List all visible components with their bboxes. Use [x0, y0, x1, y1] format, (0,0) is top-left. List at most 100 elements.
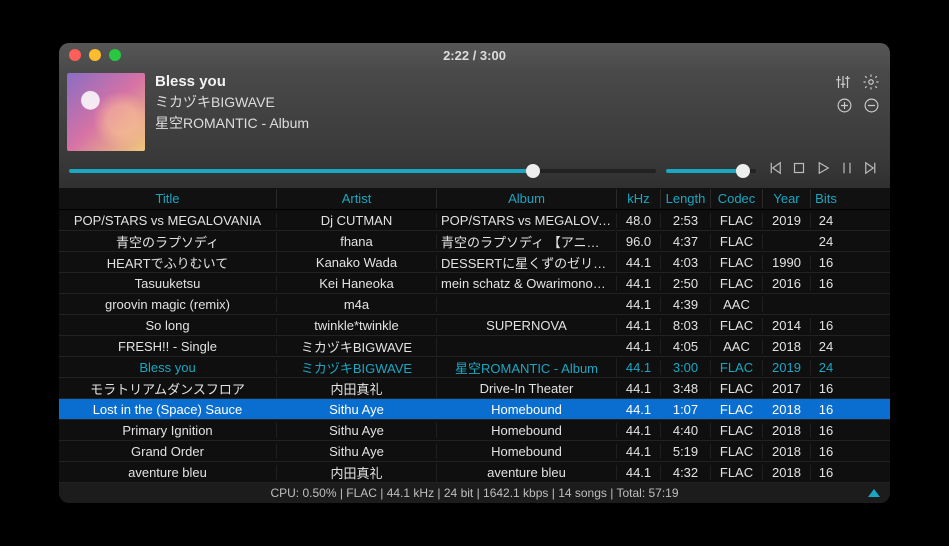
header-icons-top [834, 73, 880, 96]
close-icon[interactable] [69, 49, 81, 61]
cell-codec: FLAC [711, 276, 763, 291]
table-row[interactable]: groovin magic (remix)m4a44.14:39AAC [59, 294, 890, 315]
cell-artist: 内田真礼 [277, 463, 437, 482]
previous-icon[interactable] [766, 159, 784, 182]
stop-icon[interactable] [790, 159, 808, 182]
col-codec[interactable]: Codec [711, 189, 763, 208]
track-album: 星空ROMANTIC - Album [155, 113, 880, 133]
cell-album: Homebound [437, 402, 617, 417]
header-icons-bottom [836, 97, 880, 119]
cell-length: 4:40 [661, 423, 711, 438]
cell-title: Lost in the (Space) Sauce [59, 402, 277, 417]
cell-album: Homebound [437, 444, 617, 459]
table-row[interactable]: Grand OrderSithu AyeHomebound44.15:19FLA… [59, 441, 890, 462]
col-length[interactable]: Length [661, 189, 711, 208]
plus-icon[interactable] [836, 97, 853, 119]
cell-codec: FLAC [711, 423, 763, 438]
cell-album: 青空のラプソディ 【アニメ盤】 [437, 232, 617, 251]
minimize-icon[interactable] [89, 49, 101, 61]
cell-album: 星空ROMANTIC - Album [437, 358, 617, 377]
cell-album: aventure bleu [437, 465, 617, 480]
table-row[interactable]: TasuuketsuKei Haneokamein schatz & Owari… [59, 273, 890, 294]
cell-artist: Sithu Aye [277, 444, 437, 459]
table-row[interactable]: モラトリアムダンスフロア内田真礼Drive-In Theater44.13:48… [59, 378, 890, 399]
now-playing-header: Bless you ミカヅキBIGWAVE 星空ROMANTIC - Album [59, 67, 890, 155]
titlebar[interactable]: 2:22 / 3:00 [59, 43, 890, 67]
cell-album: mein schatz & Owarimonogat... [437, 276, 617, 291]
cell-title: モラトリアムダンスフロア [59, 379, 277, 398]
cell-title: FRESH!! - Single [59, 339, 277, 354]
table-row[interactable]: FRESH!! - SingleミカヅキBIGWAVE44.14:05AAC20… [59, 336, 890, 357]
cell-bits: 16 [811, 465, 841, 480]
table-row[interactable]: POP/STARS vs MEGALOVANIADj CUTMANPOP/STA… [59, 210, 890, 231]
cell-khz: 48.0 [617, 213, 661, 228]
cell-bits: 24 [811, 213, 841, 228]
now-playing-meta: Bless you ミカヅキBIGWAVE 星空ROMANTIC - Album [155, 73, 880, 151]
table-row[interactable]: Primary IgnitionSithu AyeHomebound44.14:… [59, 420, 890, 441]
cell-codec: FLAC [711, 234, 763, 249]
col-khz[interactable]: kHz [617, 189, 661, 208]
cell-length: 5:19 [661, 444, 711, 459]
cell-khz: 44.1 [617, 339, 661, 354]
traffic-lights [69, 49, 121, 61]
cell-album: SUPERNOVA [437, 318, 617, 333]
cell-year: 2016 [763, 276, 811, 291]
track-artist: ミカヅキBIGWAVE [155, 92, 880, 112]
cell-length: 2:53 [661, 213, 711, 228]
seek-slider[interactable] [69, 165, 656, 177]
cell-album: Drive-In Theater [437, 381, 617, 396]
table-row[interactable]: So longtwinkle*twinkleSUPERNOVA44.18:03F… [59, 315, 890, 336]
col-year[interactable]: Year [763, 189, 811, 208]
col-artist[interactable]: Artist [277, 189, 437, 208]
cell-length: 2:50 [661, 276, 711, 291]
cell-artist: Kei Haneoka [277, 276, 437, 291]
pause-icon[interactable] [838, 159, 856, 182]
table-header[interactable]: Title Artist Album kHz Length Codec Year… [59, 188, 890, 210]
gear-icon[interactable] [862, 73, 880, 96]
cell-khz: 44.1 [617, 318, 661, 333]
volume-slider[interactable] [666, 165, 756, 177]
cell-codec: AAC [711, 297, 763, 312]
expand-icon[interactable] [868, 489, 880, 497]
cell-codec: FLAC [711, 402, 763, 417]
status-bar: CPU: 0.50% | FLAC | 44.1 kHz | 24 bit | … [59, 483, 890, 503]
next-icon[interactable] [862, 159, 880, 182]
cell-year: 1990 [763, 255, 811, 270]
cell-codec: FLAC [711, 465, 763, 480]
album-art[interactable] [67, 73, 145, 151]
table-row[interactable]: HEARTでふりむいてKanako WadaDESSERTに星くずのゼリーを44… [59, 252, 890, 273]
cell-artist: Sithu Aye [277, 402, 437, 417]
col-title[interactable]: Title [59, 189, 277, 208]
play-icon[interactable] [814, 159, 832, 182]
col-album[interactable]: Album [437, 189, 617, 208]
equalizer-icon[interactable] [834, 73, 852, 96]
cell-length: 4:05 [661, 339, 711, 354]
minus-icon[interactable] [863, 97, 880, 119]
cell-artist: Sithu Aye [277, 423, 437, 438]
table-row[interactable]: Bless youミカヅキBIGWAVE星空ROMANTIC - Album44… [59, 357, 890, 378]
cell-artist: twinkle*twinkle [277, 318, 437, 333]
cell-title: aventure bleu [59, 465, 277, 480]
playback-controls [766, 159, 880, 182]
cell-codec: FLAC [711, 255, 763, 270]
cell-artist: Dj CUTMAN [277, 213, 437, 228]
cell-artist: ミカヅキBIGWAVE [277, 337, 437, 356]
cell-codec: FLAC [711, 213, 763, 228]
cell-album: DESSERTに星くずのゼリーを [437, 253, 617, 272]
status-text: CPU: 0.50% | FLAC | 44.1 kHz | 24 bit | … [270, 486, 678, 500]
cell-length: 8:03 [661, 318, 711, 333]
cell-khz: 44.1 [617, 402, 661, 417]
track-list: POP/STARS vs MEGALOVANIADj CUTMANPOP/STA… [59, 210, 890, 483]
cell-artist: 内田真礼 [277, 379, 437, 398]
cell-khz: 44.1 [617, 276, 661, 291]
table-row[interactable]: 青空のラプソディfhana青空のラプソディ 【アニメ盤】96.04:37FLAC… [59, 231, 890, 252]
cell-length: 3:48 [661, 381, 711, 396]
cell-artist: ミカヅキBIGWAVE [277, 358, 437, 377]
table-row[interactable]: Lost in the (Space) SauceSithu AyeHomebo… [59, 399, 890, 420]
zoom-icon[interactable] [109, 49, 121, 61]
table-row[interactable]: aventure bleu内田真礼aventure bleu44.14:32FL… [59, 462, 890, 483]
cell-year: 2014 [763, 318, 811, 333]
cell-length: 4:03 [661, 255, 711, 270]
cell-khz: 44.1 [617, 255, 661, 270]
col-bits[interactable]: Bits [811, 189, 841, 208]
